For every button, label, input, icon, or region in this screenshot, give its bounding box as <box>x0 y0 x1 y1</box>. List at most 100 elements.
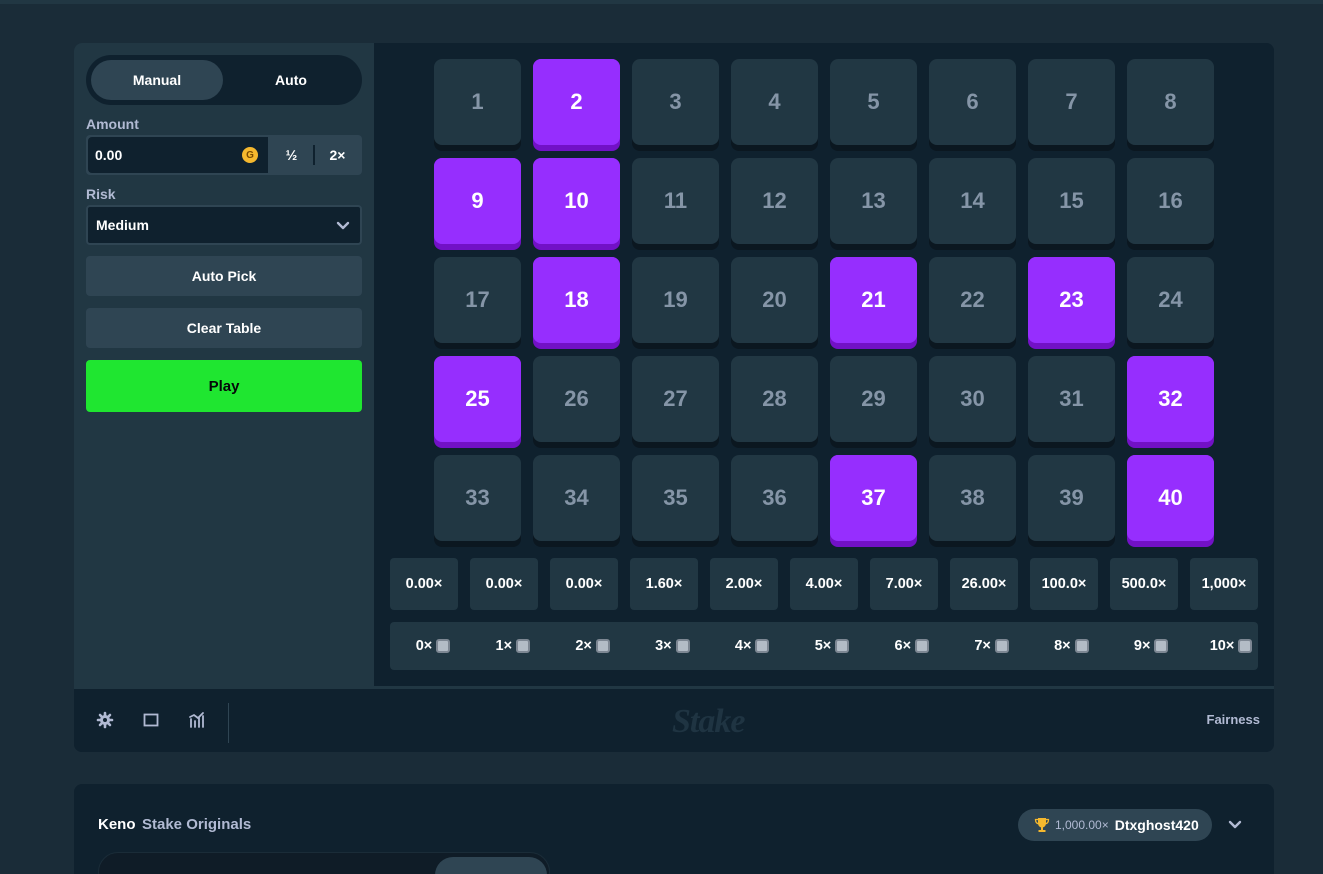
keno-tile[interactable]: 7 <box>1028 59 1115 151</box>
keno-tile[interactable]: 6 <box>929 59 1016 151</box>
keno-tile[interactable]: 11 <box>632 158 719 250</box>
keno-tile[interactable]: 33 <box>434 455 521 547</box>
keno-tile[interactable]: 30 <box>929 356 1016 448</box>
keno-tile[interactable]: 14 <box>929 158 1016 250</box>
keno-tile[interactable]: 15 <box>1028 158 1115 250</box>
top-win-badge[interactable]: 1,000.00× Dtxghost420 <box>1018 809 1212 841</box>
hit-count: 1× <box>478 622 548 670</box>
tile-number: 25 <box>434 356 521 442</box>
hit-label: 2× <box>575 638 592 654</box>
keno-tile[interactable]: 25 <box>434 356 521 448</box>
keno-tile[interactable]: 34 <box>533 455 620 547</box>
keno-tile[interactable]: 29 <box>830 356 917 448</box>
keno-tile[interactable]: 2 <box>533 59 620 151</box>
gear-icon[interactable] <box>96 711 114 729</box>
keno-tile[interactable]: 21 <box>830 257 917 349</box>
keno-tile[interactable]: 36 <box>731 455 818 547</box>
payout-multiplier: 7.00× <box>870 558 938 610</box>
risk-select[interactable]: Medium <box>86 205 362 245</box>
tile-number: 40 <box>1127 455 1214 541</box>
keno-tile[interactable]: 16 <box>1127 158 1214 250</box>
keno-tile[interactable]: 18 <box>533 257 620 349</box>
keno-tile[interactable]: 17 <box>434 257 521 349</box>
gem-icon <box>595 639 610 653</box>
keno-tile[interactable]: 22 <box>929 257 1016 349</box>
gem-icon <box>675 639 690 653</box>
tile-number: 3 <box>632 59 719 145</box>
auto-pick-button[interactable]: Auto Pick <box>86 256 362 296</box>
tile-number: 36 <box>731 455 818 541</box>
fairness-link[interactable]: Fairness <box>1207 712 1260 727</box>
hit-label: 9× <box>1133 638 1151 654</box>
keno-tile[interactable]: 4 <box>731 59 818 151</box>
keno-tile[interactable]: 24 <box>1127 257 1214 349</box>
payout-multiplier: 0.00× <box>550 558 618 610</box>
keno-tile[interactable]: 9 <box>434 158 521 250</box>
keno-tile[interactable]: 1 <box>434 59 521 151</box>
tile-number: 35 <box>632 455 719 541</box>
payout-multiplier: 0.00× <box>390 558 458 610</box>
keno-tile[interactable]: 27 <box>632 356 719 448</box>
amount-label: Amount <box>86 116 139 132</box>
hit-label: 5× <box>814 638 832 654</box>
keno-tile[interactable]: 26 <box>533 356 620 448</box>
keno-tile[interactable]: 13 <box>830 158 917 250</box>
keno-tile[interactable]: 8 <box>1127 59 1214 151</box>
tile-number: 28 <box>731 356 818 442</box>
amount-input[interactable] <box>88 137 268 173</box>
keno-tile[interactable]: 3 <box>632 59 719 151</box>
keno-tile[interactable]: 12 <box>731 158 818 250</box>
keno-tile[interactable]: 31 <box>1028 356 1115 448</box>
keno-tile[interactable]: 38 <box>929 455 1016 547</box>
payout-multiplier: 500.0× <box>1110 558 1178 610</box>
game-footer: Stake Fairness <box>74 686 1274 752</box>
double-amount-button[interactable]: 2× <box>315 135 360 175</box>
clear-table-button[interactable]: Clear Table <box>86 308 362 348</box>
tile-number: 5 <box>830 59 917 145</box>
hits-bar: 0× 1× 2× 3× 4× 5× 6× 7× 8× 9× 10× <box>390 622 1258 670</box>
mode-toggle: Manual Auto <box>86 55 362 105</box>
hit-label: 7× <box>974 638 991 654</box>
keno-tile[interactable]: 23 <box>1028 257 1115 349</box>
keno-tile[interactable]: 5 <box>830 59 917 151</box>
keno-tile[interactable]: 39 <box>1028 455 1115 547</box>
keno-tile[interactable]: 40 <box>1127 455 1214 547</box>
tile-number: 4 <box>731 59 818 145</box>
gem-icon <box>1074 639 1089 653</box>
hit-label: 4× <box>734 638 752 654</box>
keno-tile[interactable]: 10 <box>533 158 620 250</box>
tile-number: 27 <box>632 356 719 442</box>
top-win-multiplier: 1,000.00× <box>1055 818 1109 832</box>
gem-icon <box>835 639 850 653</box>
gem-icon <box>915 639 930 653</box>
tab-auto[interactable]: Auto <box>225 60 357 100</box>
keno-tile[interactable]: 32 <box>1127 356 1214 448</box>
payout-multiplier: 2.00× <box>710 558 778 610</box>
stats-icon[interactable] <box>188 711 206 729</box>
keno-tile[interactable]: 35 <box>632 455 719 547</box>
tile-number: 17 <box>434 257 521 343</box>
tab-manual[interactable]: Manual <box>91 60 223 100</box>
tile-number: 15 <box>1028 158 1115 244</box>
game-info-panel: Keno Stake Originals 1,000.00× Dtxghost4… <box>74 784 1274 874</box>
keno-tile[interactable]: 19 <box>632 257 719 349</box>
tile-number: 13 <box>830 158 917 244</box>
bet-sidebar: Manual Auto Amount G ½ 2× Risk Medium Au… <box>74 43 374 686</box>
tile-number: 26 <box>533 356 620 442</box>
footer-divider <box>228 703 229 743</box>
risk-value: Medium <box>96 217 149 233</box>
tile-number: 33 <box>434 455 521 541</box>
keno-board: 1 2 3 4 5 6 7 8 9 10 11 12 13 14 15 16 17 18 19 20 21 22 23 24 2… <box>374 43 1274 686</box>
half-amount-button[interactable]: ½ <box>269 135 314 175</box>
play-button[interactable]: Play <box>86 360 362 412</box>
keno-tile[interactable]: 20 <box>731 257 818 349</box>
theatre-mode-icon[interactable] <box>142 711 160 729</box>
gem-icon <box>516 639 531 653</box>
keno-tile[interactable]: 37 <box>830 455 917 547</box>
info-tab-active[interactable] <box>435 857 547 874</box>
game-provider-link[interactable]: Stake Originals <box>142 816 251 833</box>
tile-number: 21 <box>830 257 917 343</box>
keno-tile[interactable]: 28 <box>731 356 818 448</box>
tile-number: 24 <box>1127 257 1214 343</box>
payout-multiplier: 26.00× <box>950 558 1018 610</box>
